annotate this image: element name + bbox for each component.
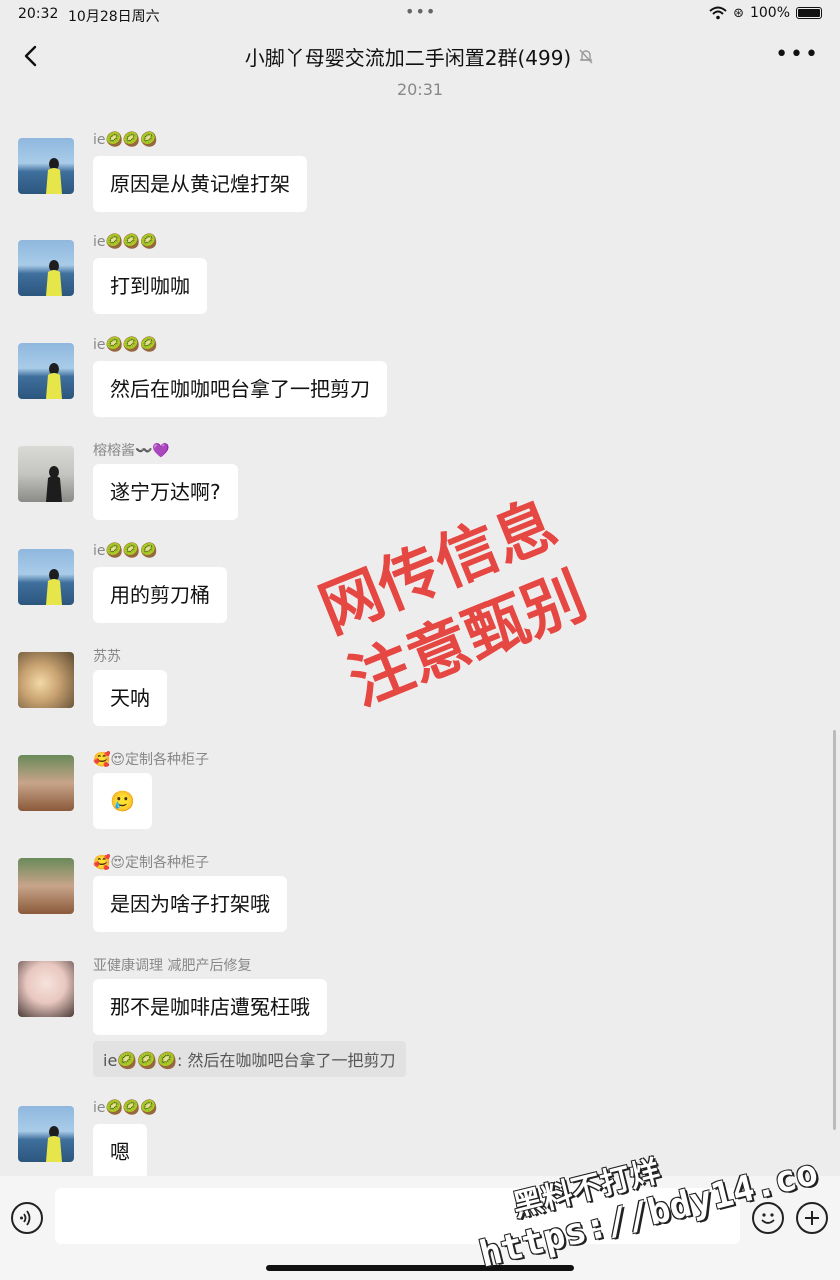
more-icon[interactable]: ••• <box>775 42 820 67</box>
multitask-dots-icon[interactable]: ••• <box>405 2 436 21</box>
wifi-icon <box>709 6 727 20</box>
chat-header: 小脚丫母婴交流加二手闲置2群(499) ••• <box>0 28 840 84</box>
orientation-lock-icon: ⊛ <box>733 5 744 21</box>
battery-percent: 100% <box>749 5 790 21</box>
avatar[interactable] <box>18 652 74 708</box>
sender-name[interactable]: ie🥝🥝🥝 <box>93 1100 158 1116</box>
group-name: 小脚丫母婴交流加二手闲置2群(499) <box>244 45 572 70</box>
message-bubble[interactable]: 原因是从黄记煌打架 <box>93 156 307 212</box>
message-bubble[interactable]: 打到咖咖 <box>93 258 207 314</box>
message-bubble[interactable]: 天呐 <box>93 670 167 726</box>
home-indicator[interactable] <box>266 1265 574 1271</box>
plus-icon[interactable] <box>796 1202 828 1234</box>
sender-name[interactable]: 苏苏 <box>93 646 121 666</box>
status-time: 20:32 <box>18 6 59 22</box>
avatar[interactable] <box>18 755 74 811</box>
avatar[interactable] <box>18 138 74 194</box>
avatar[interactable] <box>18 240 74 296</box>
message-bubble[interactable]: 那不是咖啡店遭冤枉哦 <box>93 979 327 1035</box>
message-bubble[interactable]: 是因为啥子打架哦 <box>93 876 287 932</box>
sender-name[interactable]: ie🥝🥝🥝 <box>93 132 158 148</box>
message-bubble[interactable]: 用的剪刀桶 <box>93 567 227 623</box>
message-bubble[interactable]: 遂宁万达啊? <box>93 464 238 520</box>
sender-name[interactable]: ie🥝🥝🥝 <box>93 543 158 559</box>
avatar[interactable] <box>18 858 74 914</box>
sender-name[interactable]: ie🥝🥝🥝 <box>93 337 158 353</box>
quoted-reply[interactable]: ie🥝🥝🥝: 然后在咖咖吧台拿了一把剪刀 <box>93 1041 406 1077</box>
status-date: 10月28日周六 <box>68 9 160 25</box>
avatar[interactable] <box>18 1106 74 1162</box>
sender-name[interactable]: 🥰😍定制各种柜子 <box>93 852 209 872</box>
sender-name[interactable]: 亚健康调理 减肥产后修复 <box>93 955 251 975</box>
mute-bell-icon <box>579 49 593 64</box>
voice-icon[interactable] <box>11 1202 43 1234</box>
message-bubble[interactable]: 🥲 <box>93 773 152 829</box>
chat-title: 小脚丫母婴交流加二手闲置2群(499) <box>245 42 596 71</box>
scrollbar[interactable] <box>833 730 836 1130</box>
sender-name[interactable]: 榕榕酱〰️💜 <box>93 440 170 460</box>
battery-icon <box>796 7 822 19</box>
message-bubble[interactable]: 然后在咖咖吧台拿了一把剪刀 <box>93 361 387 417</box>
message-bubble[interactable]: 嗯 <box>93 1124 147 1180</box>
back-icon[interactable] <box>18 40 46 72</box>
avatar[interactable] <box>18 961 74 1017</box>
message-item: 亚健康调理 减肥产后修复那不是咖啡店遭冤枉哦 ie🥝🥝🥝: 然后在咖咖吧台拿了一把… <box>18 958 818 1081</box>
avatar[interactable] <box>18 446 74 502</box>
chat-timestamp: 20:31 <box>396 80 444 99</box>
avatar[interactable] <box>18 549 74 605</box>
sender-name[interactable]: 🥰😍定制各种柜子 <box>93 749 209 769</box>
avatar[interactable] <box>18 343 74 399</box>
sender-name[interactable]: ie🥝🥝🥝 <box>93 234 158 250</box>
status-bar: 20:32 10月28日周六 ••• ⊛ 100% <box>0 0 840 28</box>
